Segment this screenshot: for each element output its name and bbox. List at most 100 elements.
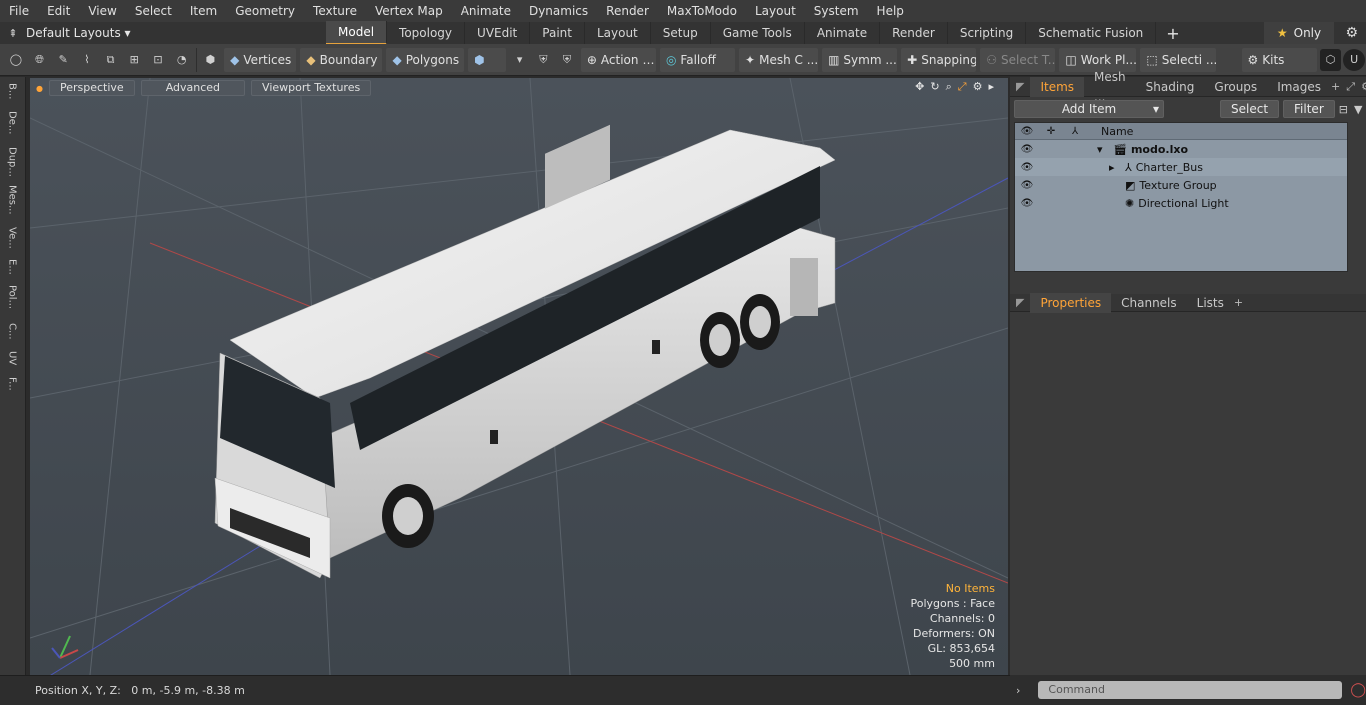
item-row-texture-group[interactable]: 👁︎ ◩ Texture Group	[1015, 176, 1347, 194]
viewport-expand-icon[interactable]: ▸	[988, 80, 994, 94]
menu-dynamics[interactable]: Dynamics	[520, 0, 597, 22]
tab-scripting[interactable]: Scripting	[948, 22, 1027, 44]
select-through-button[interactable]: ⚇ Select T...	[980, 47, 1056, 72]
left-tab-uv[interactable]: UV	[3, 351, 21, 365]
eye-toggle-icon[interactable]: 👁︎	[1015, 144, 1039, 155]
menu-file[interactable]: File	[0, 0, 38, 22]
action-button[interactable]: ⊕ Action…	[580, 47, 656, 72]
move-view-icon[interactable]: ✥	[915, 80, 924, 94]
layout-gear-icon[interactable]: ⚙	[1345, 25, 1358, 41]
panel-collapse-icon[interactable]: ◤	[1010, 80, 1030, 93]
brush-icon[interactable]: ⌇	[76, 49, 98, 71]
kits-button[interactable]: ⚙ Kits	[1241, 47, 1317, 72]
left-tab-curve[interactable]: C...	[3, 323, 21, 340]
default-layouts-dropdown[interactable]: Default Layouts ▾	[26, 26, 131, 40]
left-tab-duplicate[interactable]: Dup...	[3, 147, 21, 177]
panel-gear-icon[interactable]: ⚙	[1361, 80, 1366, 93]
add-panel-tab-icon[interactable]: +	[1331, 80, 1340, 93]
tab-render[interactable]: Render	[880, 22, 948, 44]
menu-system[interactable]: System	[805, 0, 868, 22]
item-mode-button[interactable]: ⬢	[468, 47, 506, 72]
left-tab-edge[interactable]: E...	[3, 259, 21, 275]
tab-lists[interactable]: Lists	[1187, 293, 1234, 313]
mesh-constraint-button[interactable]: ✦ Mesh C ...	[739, 47, 819, 72]
add-tab-icon[interactable]: +	[1156, 24, 1189, 43]
align-icon[interactable]: ⧉	[100, 49, 122, 71]
center-icon[interactable]: ⊞	[123, 49, 145, 71]
tab-paint[interactable]: Paint	[530, 22, 585, 44]
viewport-scene[interactable]	[30, 78, 1008, 675]
collapse-all-icon[interactable]: ⊟	[1339, 103, 1348, 116]
tab-images[interactable]: Images	[1267, 77, 1331, 97]
eye-toggle-icon[interactable]: 👁︎	[1015, 198, 1039, 209]
frame-icon[interactable]: ⊡	[147, 49, 169, 71]
expand-arrow-icon[interactable]: ▸	[1109, 161, 1125, 174]
eye-toggle-icon[interactable]: 👁︎	[1015, 180, 1039, 191]
item-list-tree[interactable]: 👁︎ ✛ ⅄ Name 👁︎ ▾ 🎬︎ modo.lxo 👁︎ ▸ ⅄ Char…	[1014, 122, 1348, 272]
boundary-button[interactable]: ◆ Boundary	[300, 47, 383, 72]
zoom-view-icon[interactable]: ⌕	[946, 80, 952, 94]
command-record-icon[interactable]: ◯	[1350, 682, 1366, 698]
menu-maxtomodo[interactable]: MaxToModo	[658, 0, 746, 22]
maximize-view-icon[interactable]: ⤢	[958, 80, 967, 94]
snap-circle-icon[interactable]: ◔	[171, 49, 193, 71]
layout-arrow-icon[interactable]: ⇞	[0, 27, 26, 40]
menu-animate[interactable]: Animate	[452, 0, 520, 22]
tab-uvedit[interactable]: UVEdit	[465, 22, 531, 44]
menu-item[interactable]: Item	[181, 0, 226, 22]
left-tab-vertex[interactable]: Ve...	[3, 227, 21, 249]
menu-select[interactable]: Select	[126, 0, 181, 22]
tab-topology[interactable]: Topology	[387, 22, 466, 44]
only-button[interactable]: ★ Only	[1264, 22, 1334, 44]
left-tab-polygon[interactable]: Pol...	[3, 285, 21, 309]
snapping-button[interactable]: ✚ Snapping	[901, 47, 977, 72]
menu-help[interactable]: Help	[868, 0, 913, 22]
tab-setup[interactable]: Setup	[651, 22, 711, 44]
advanced-button[interactable]: Advanced	[140, 80, 246, 96]
tab-schematic-fusion[interactable]: Schematic Fusion	[1026, 22, 1157, 44]
viewport-settings-icon[interactable]: ⚙	[973, 80, 983, 94]
shield-alt-icon[interactable]: ⛨	[556, 49, 578, 71]
cube-icon[interactable]: ⬢	[199, 49, 221, 71]
3d-viewport[interactable]: ● Perspective Advanced Viewport Textures…	[30, 78, 1008, 675]
rotate-view-icon[interactable]: ↻	[930, 80, 939, 94]
filter-funnel-icon[interactable]: ▼	[1354, 103, 1362, 116]
tab-shading[interactable]: Shading	[1136, 77, 1205, 97]
tab-items[interactable]: Items	[1030, 76, 1085, 97]
tab-channels[interactable]: Channels	[1111, 293, 1187, 313]
tab-game-tools[interactable]: Game Tools	[711, 22, 805, 44]
item-row-modo-lxo[interactable]: 👁︎ ▾ 🎬︎ modo.lxo	[1015, 140, 1347, 158]
tab-properties[interactable]: Properties	[1030, 292, 1112, 313]
name-column-header[interactable]: Name	[1101, 125, 1133, 138]
pen-icon[interactable]: ✎	[52, 49, 74, 71]
tab-animate[interactable]: Animate	[805, 22, 881, 44]
eye-toggle-icon[interactable]: 👁︎	[1015, 162, 1039, 173]
left-tab-basic[interactable]: B...	[3, 83, 21, 99]
symmetry-button[interactable]: ▥ Symm ...	[822, 47, 898, 72]
tab-model[interactable]: Model	[326, 21, 388, 45]
menu-edit[interactable]: Edit	[38, 0, 79, 22]
globe-icon[interactable]: 🌐︎	[29, 49, 51, 71]
viewport-textures-button[interactable]: Viewport Textures	[251, 80, 372, 96]
left-tab-deform[interactable]: De...	[3, 111, 21, 134]
circle-select-icon[interactable]: ◯	[5, 49, 27, 71]
add-props-tab-icon[interactable]: +	[1234, 296, 1243, 309]
unreal-icon[interactable]: U	[1343, 48, 1365, 71]
props-collapse-icon[interactable]: ◤	[1010, 296, 1030, 309]
item-row-charter-bus[interactable]: 👁︎ ▸ ⅄ Charter_Bus	[1015, 158, 1347, 176]
menu-render[interactable]: Render	[597, 0, 658, 22]
left-tab-fusion[interactable]: F...	[3, 377, 21, 391]
falloff-button[interactable]: ◎ Falloff	[659, 47, 736, 72]
add-item-button[interactable]: Add Item ▾	[1014, 100, 1164, 118]
command-input[interactable]: Command	[1038, 681, 1343, 699]
dropdown-arrow-icon[interactable]: ▾	[509, 49, 531, 71]
tab-layout[interactable]: Layout	[585, 22, 651, 44]
shield-icon[interactable]: ⛨	[532, 49, 554, 71]
panel-expand-icon[interactable]: ⤢	[1346, 80, 1355, 94]
unity-icon[interactable]: ⬡	[1319, 48, 1342, 71]
menu-texture[interactable]: Texture	[304, 0, 366, 22]
menu-layout[interactable]: Layout	[746, 0, 805, 22]
menu-geometry[interactable]: Geometry	[226, 0, 304, 22]
menu-view[interactable]: View	[79, 0, 125, 22]
filter-button[interactable]: Filter	[1283, 100, 1335, 118]
